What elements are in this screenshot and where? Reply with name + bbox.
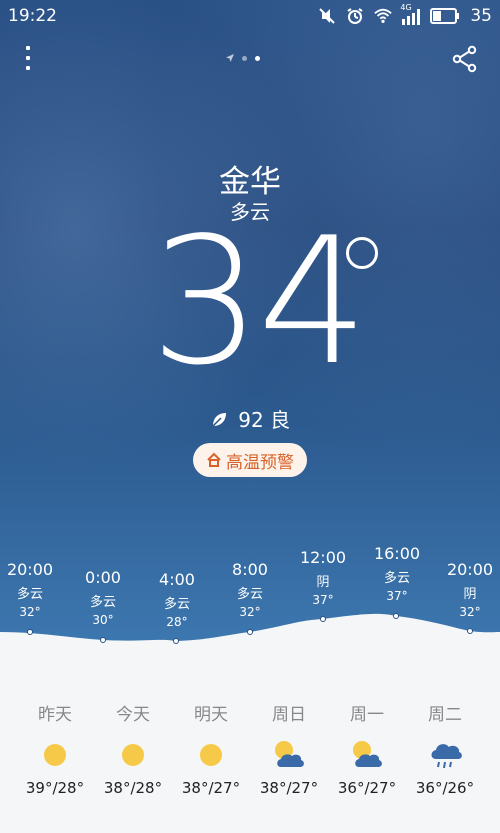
mute-icon	[319, 8, 336, 24]
status-bar: 19:22 4G 35	[0, 0, 500, 34]
hour-time: 20:00	[446, 560, 494, 579]
hour-time: 4:00	[159, 570, 195, 589]
alert-label: 高温预警	[226, 452, 294, 473]
day-temp-range: 38°/27°	[181, 779, 241, 797]
day-temp-range: 36°/27°	[337, 779, 397, 797]
day-item-tomorrow[interactable]: 明天 38°/27°	[176, 700, 246, 797]
share-icon[interactable]	[452, 45, 478, 73]
wifi-icon	[374, 8, 393, 24]
partly-cloudy-icon	[353, 741, 382, 767]
sun-icon	[122, 744, 144, 766]
day-temp-range: 38°/27°	[259, 779, 319, 797]
status-icons: 4G 35	[318, 3, 492, 26]
signal-icon: 4G	[400, 3, 421, 25]
hour-time: 0:00	[85, 568, 121, 587]
alarm-icon	[347, 8, 363, 24]
page-indicator	[226, 54, 260, 62]
partly-cloudy-icon	[275, 741, 304, 767]
hour-time: 16:00	[373, 544, 421, 563]
hour-condition: 阴	[316, 575, 330, 590]
network-type: 4G	[400, 3, 412, 12]
page-dot	[242, 55, 247, 61]
hour-condition: 多云	[383, 571, 410, 586]
day-name: 昨天	[38, 705, 72, 725]
city-name: 金华	[219, 164, 281, 200]
hour-time: 8:00	[232, 560, 268, 579]
day-temp-range: 36°/26°	[415, 779, 475, 797]
hour-time: 20:00	[6, 560, 54, 579]
sun-icon	[200, 744, 222, 766]
day-item-sunday[interactable]: 周日 38°/27°	[254, 700, 324, 797]
day-item-yesterday[interactable]: 昨天 39°/28°	[20, 700, 90, 797]
air-quality[interactable]: 92 良	[0, 404, 500, 433]
day-name: 今天	[116, 705, 150, 725]
day-temp-range: 38°/28°	[103, 779, 163, 797]
rain-cloud-icon	[431, 744, 462, 769]
status-time: 19:22	[8, 6, 57, 26]
day-item-today[interactable]: 今天 38°/28°	[98, 700, 168, 797]
day-name: 明天	[194, 705, 228, 725]
warning-house-icon	[207, 452, 221, 467]
degree-symbol	[346, 237, 378, 269]
current-temperature: 34	[150, 201, 369, 404]
day-name: 周一	[350, 705, 384, 725]
day-name: 周日	[272, 705, 306, 725]
day-name: 周二	[428, 705, 462, 725]
high-temperature-alert-button[interactable]: 高温预警	[193, 443, 307, 477]
hour-time: 12:00	[299, 548, 347, 567]
day-item-monday[interactable]: 周一 36°/27°	[332, 700, 402, 797]
hour-item: 16:00 多云 37°	[367, 544, 427, 603]
battery-level: 35	[470, 6, 492, 26]
aqi-text: 92 良	[238, 408, 291, 432]
battery-icon	[430, 8, 460, 24]
daily-forecast: 昨天 39°/28° 今天 38°/28° 明天 38°/27° 周日 38°/…	[0, 700, 500, 820]
day-temp-range: 39°/28°	[25, 779, 85, 797]
page-dot-active	[255, 55, 260, 61]
location-arrow-icon	[226, 54, 234, 62]
menu-icon[interactable]	[26, 46, 40, 70]
hour-item: 12:00 阴 37°	[293, 548, 353, 607]
day-item-tuesday[interactable]: 周二 36°/26°	[410, 700, 480, 797]
temperature-curve	[0, 613, 500, 660]
sun-icon	[44, 744, 66, 766]
leaf-icon	[212, 413, 226, 427]
